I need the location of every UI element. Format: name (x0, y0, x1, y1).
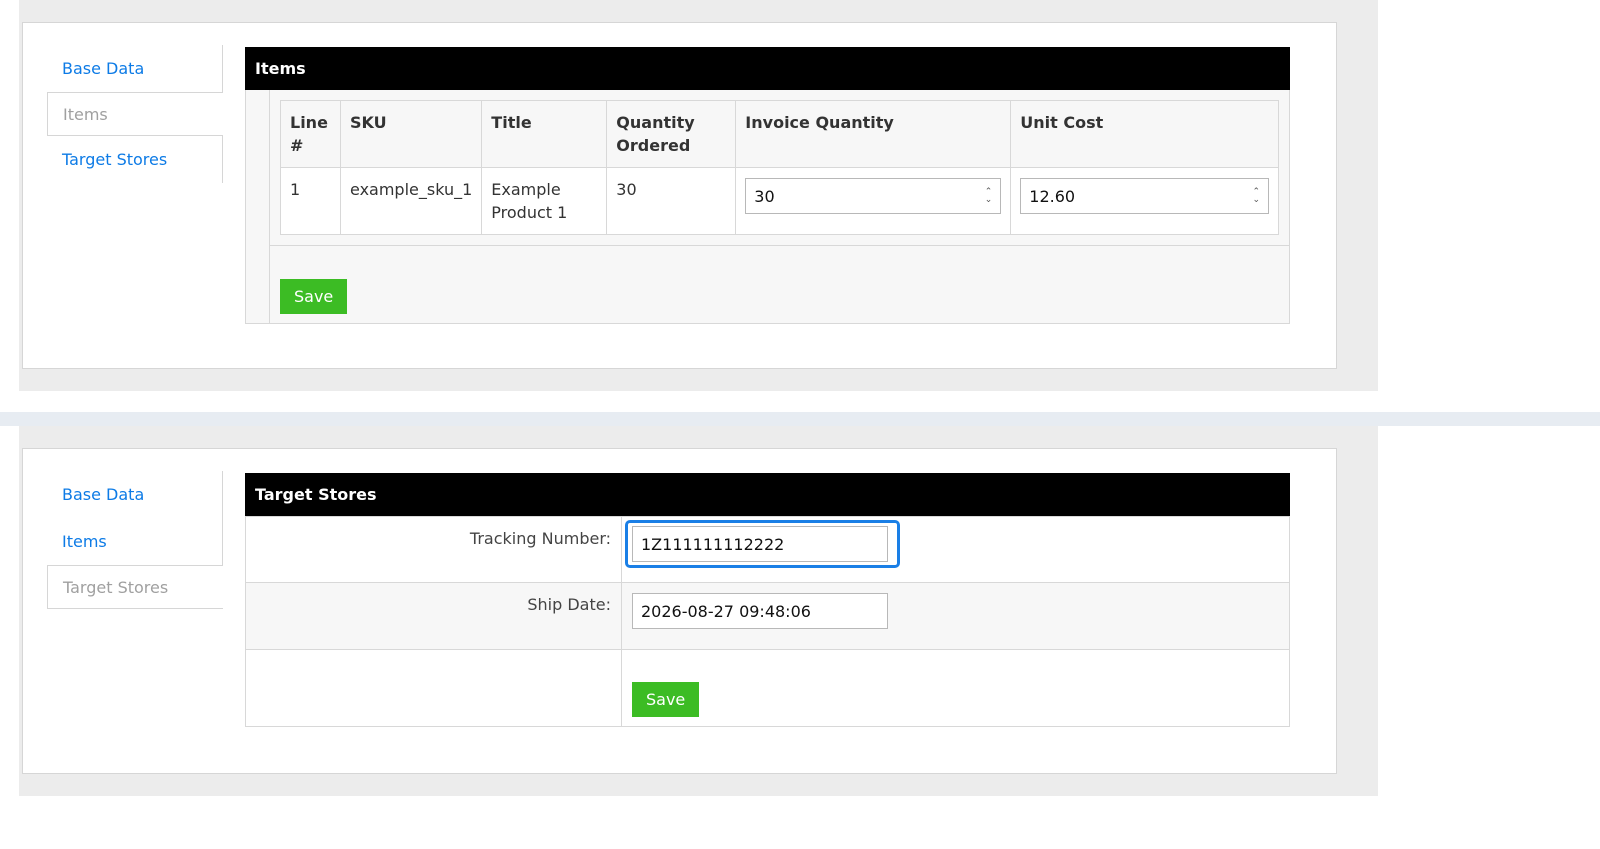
cell-title: Example Product 1 (481, 167, 608, 235)
ship-date-input[interactable]: 2026-08-27 09:48:06 (632, 593, 888, 629)
ship-date-cell: 2026-08-27 09:48:06 (621, 582, 1290, 650)
nav-items: Items (47, 92, 223, 136)
target-stores-section-title: Target Stores (245, 473, 1290, 516)
col-line: Line # (280, 100, 341, 168)
save-cell: Save (621, 649, 1290, 727)
col-unit-cost: Unit Cost (1010, 100, 1279, 168)
spinner-icon[interactable]: ⌃ ⌄ (1252, 188, 1260, 205)
side-nav: Base Data Items Target Stores (47, 471, 223, 609)
spinner-icon[interactable]: ⌃ ⌄ (985, 188, 993, 205)
nav-target-stores[interactable]: Target Stores (47, 136, 223, 183)
nav-base-data[interactable]: Base Data (47, 471, 223, 518)
unit-cost-value: 12.60 (1029, 186, 1076, 206)
col-sku: SKU (339, 100, 483, 168)
tracking-number-input[interactable]: 1Z111111112222 (632, 526, 888, 562)
invoice-quantity-value: 30 (754, 186, 775, 206)
tracking-row: Tracking Number: 1Z111111112222 (245, 516, 1290, 583)
panel-divider (0, 412, 1600, 426)
col-title: Title (481, 100, 608, 168)
cell-quantity-ordered: 30 (606, 167, 737, 235)
cell-line: 1 (280, 167, 341, 235)
tracking-number-label: Tracking Number: (245, 516, 622, 583)
tracking-focus-ring: 1Z111111112222 (625, 520, 900, 568)
nav-items[interactable]: Items (47, 518, 223, 565)
table-row: 1 example_sku_1 Example Product 1 30 30 … (280, 167, 1279, 235)
target-stores-save-button[interactable]: Save (632, 682, 700, 717)
cell-sku: example_sku_1 (339, 167, 483, 235)
invoice-quantity-input[interactable]: 30 ⌃ ⌄ (745, 178, 1002, 214)
items-section-title: Items (245, 47, 1290, 90)
unit-cost-input[interactable]: 12.60 ⌃ ⌄ (1020, 178, 1269, 214)
items-body: Line # SKU Title Quantity Ordered Invoic… (245, 90, 1290, 324)
cell-invoice-quantity: 30 ⌃ ⌄ (735, 167, 1012, 235)
nav-base-data[interactable]: Base Data (47, 45, 223, 92)
top-panel: Base Data Items Target Stores Items Line… (22, 22, 1337, 369)
bottom-panel: Base Data Items Target Stores Target Sto… (22, 448, 1337, 774)
col-invoice-quantity: Invoice Quantity (735, 100, 1012, 168)
tracking-number-cell: 1Z111111112222 (621, 516, 1290, 583)
items-section: Items Line # SKU Title Quantity Ordered … (245, 47, 1290, 324)
items-footer: Save (270, 245, 1289, 323)
ship-date-row: Ship Date: 2026-08-27 09:48:06 (245, 582, 1290, 650)
ship-date-label: Ship Date: (245, 582, 622, 650)
target-stores-form: Tracking Number: 1Z111111112222 Ship Dat… (245, 516, 1290, 727)
items-table: Line # SKU Title Quantity Ordered Invoic… (280, 100, 1279, 235)
items-gutter (246, 90, 270, 323)
save-row: Save (245, 649, 1290, 727)
side-nav: Base Data Items Target Stores (47, 45, 223, 183)
empty-label-cell (245, 649, 622, 727)
cell-unit-cost: 12.60 ⌃ ⌄ (1010, 167, 1279, 235)
nav-target-stores: Target Stores (47, 565, 223, 609)
target-stores-section: Target Stores Tracking Number: 1Z1111111… (245, 473, 1290, 727)
items-save-button[interactable]: Save (280, 279, 348, 314)
items-header-row: Line # SKU Title Quantity Ordered Invoic… (280, 100, 1279, 168)
col-quantity-ordered: Quantity Ordered (606, 100, 737, 168)
